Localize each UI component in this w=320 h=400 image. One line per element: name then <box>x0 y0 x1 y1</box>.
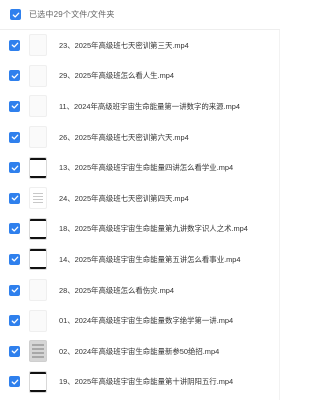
file-checkbox[interactable] <box>9 223 20 235</box>
checkmark-icon <box>11 104 18 110</box>
video-thumbnail <box>29 217 47 240</box>
scrollbar-track[interactable] <box>279 30 280 400</box>
checkmark-icon <box>11 257 18 263</box>
checkmark-icon <box>11 379 18 385</box>
video-thumbnail <box>29 34 47 57</box>
file-name: 29、2025年高级班怎么看人生.mp4 <box>59 71 174 81</box>
file-row[interactable]: 24、2025年高级班七天密训第四天.mp4 <box>0 183 280 214</box>
file-row[interactable]: 02、2024年高级班宇宙生命能量新参50绝招.mp4 <box>0 336 280 367</box>
checkmark-icon <box>11 226 18 232</box>
file-row[interactable]: 01、2024年高级班宇宙生命能量数字绝学第一讲.mp4 <box>0 305 280 336</box>
checkmark-icon <box>11 287 18 293</box>
video-thumbnail <box>29 340 47 363</box>
checkmark-icon <box>11 42 18 48</box>
file-checkbox[interactable] <box>9 39 20 51</box>
video-thumbnail <box>29 156 47 179</box>
file-row[interactable]: 29、2025年高级班怎么看人生.mp4 <box>0 61 280 92</box>
video-thumbnail <box>29 64 47 87</box>
file-name: 02、2024年高级班宇宙生命能量新参50绝招.mp4 <box>59 346 220 356</box>
file-row[interactable]: 14、2025年高级班宇宙生命能量第五讲怎么看事业.mp4 <box>0 244 280 275</box>
checkmark-icon <box>11 318 18 324</box>
selection-header: 已选中29个文件/文件夹 <box>0 0 280 30</box>
file-checkbox[interactable] <box>9 70 20 82</box>
checkmark-icon <box>11 165 18 171</box>
file-checkbox[interactable] <box>9 162 20 174</box>
file-row[interactable]: 23、2025年高级班七天密训第三天.mp4 <box>0 30 280 61</box>
file-checkbox[interactable] <box>9 100 20 112</box>
file-checkbox[interactable] <box>9 376 20 388</box>
video-thumbnail <box>29 370 47 393</box>
file-name: 24、2025年高级班七天密训第四天.mp4 <box>59 193 189 203</box>
file-list: 23、2025年高级班七天密训第三天.mp4 29、2025年高级班怎么看人生.m… <box>0 30 280 397</box>
video-thumbnail <box>29 95 47 118</box>
file-row[interactable]: 13、2025年高级班宇宙生命能量四讲怎么看学业.mp4 <box>0 152 280 183</box>
checkmark-icon <box>12 12 19 18</box>
file-name: 26、2025年高级班七天密训第六天.mp4 <box>59 132 189 142</box>
video-thumbnail <box>29 187 47 210</box>
file-name: 28、2025年高级班怎么看伤灾.mp4 <box>59 285 174 295</box>
select-all-checkbox[interactable] <box>10 9 21 20</box>
checkmark-icon <box>11 195 18 201</box>
file-checkbox[interactable] <box>9 192 20 204</box>
file-name: 11、2024年高级班宇宙生命能量第一讲数字的来源.mp4 <box>59 101 240 111</box>
file-checkbox[interactable] <box>9 131 20 143</box>
file-name: 23、2025年高级班七天密训第三天.mp4 <box>59 40 189 50</box>
video-thumbnail <box>29 248 47 271</box>
file-checkbox[interactable] <box>9 284 20 296</box>
checkmark-icon <box>11 134 18 140</box>
file-name: 18、2025年高级班宇宙生命能量第九讲数字识人之术.mp4 <box>59 224 248 234</box>
file-checkbox[interactable] <box>9 253 20 265</box>
checkmark-icon <box>11 73 18 79</box>
file-row[interactable]: 28、2025年高级班怎么看伤灾.mp4 <box>0 275 280 306</box>
file-name: 13、2025年高级班宇宙生命能量四讲怎么看学业.mp4 <box>59 163 234 173</box>
file-name: 19、2025年高级班宇宙生命能量第十讲阴阳五行.mp4 <box>59 377 234 387</box>
video-thumbnail <box>29 126 47 149</box>
file-row[interactable]: 26、2025年高级班七天密训第六天.mp4 <box>0 122 280 153</box>
file-row[interactable]: 11、2024年高级班宇宙生命能量第一讲数字的来源.mp4 <box>0 91 280 122</box>
file-name: 01、2024年高级班宇宙生命能量数字绝学第一讲.mp4 <box>59 316 234 326</box>
file-name: 14、2025年高级班宇宙生命能量第五讲怎么看事业.mp4 <box>59 254 241 264</box>
file-checkbox[interactable] <box>9 345 20 357</box>
file-checkbox[interactable] <box>9 315 20 327</box>
selection-count-label: 已选中29个文件/文件夹 <box>29 10 115 19</box>
file-row[interactable]: 19、2025年高级班宇宙生命能量第十讲阴阳五行.mp4 <box>0 367 280 398</box>
checkmark-icon <box>11 348 18 354</box>
file-row[interactable]: 18、2025年高级班宇宙生命能量第九讲数字识人之术.mp4 <box>0 214 280 245</box>
video-thumbnail <box>29 309 47 332</box>
video-thumbnail <box>29 279 47 302</box>
